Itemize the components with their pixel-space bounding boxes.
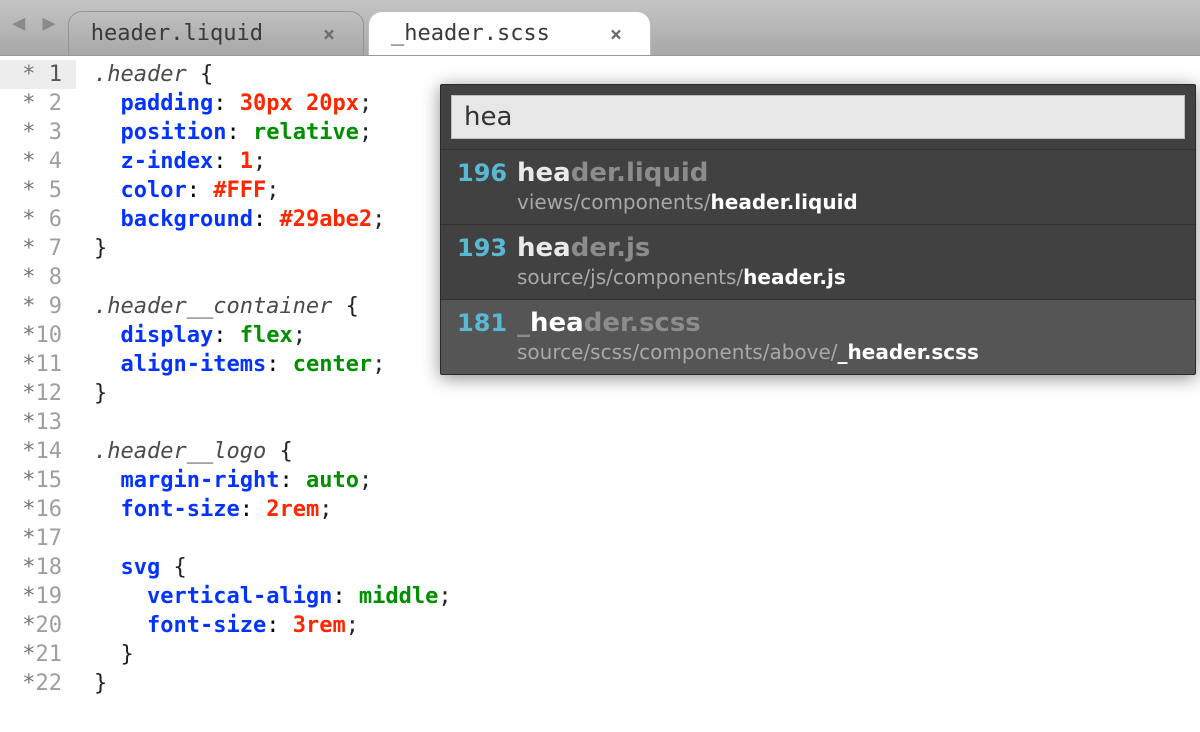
tab-header-liquid[interactable]: header.liquid × — [68, 11, 364, 55]
finder-result-filename: header.js — [517, 233, 650, 263]
code-line[interactable]: vertical-align: middle; — [94, 582, 1200, 611]
nav-arrows: ◀ ▶ — [8, 0, 68, 55]
gutter-line: * 7 — [0, 234, 76, 263]
code-line[interactable]: font-size: 2rem; — [94, 495, 1200, 524]
gutter-line: * 3 — [0, 118, 76, 147]
gutter: * 1* 2* 3* 4* 5* 6* 7* 8* 9*10*11*12*13*… — [0, 56, 76, 732]
code-line[interactable]: svg { — [94, 553, 1200, 582]
gutter-line: * 9 — [0, 292, 76, 321]
nav-forward-icon[interactable]: ▶ — [43, 11, 58, 36]
finder-results: 196header.liquidviews/components/header.… — [441, 149, 1195, 374]
code-line[interactable]: margin-right: auto; — [94, 466, 1200, 495]
code-line[interactable]: font-size: 3rem; — [94, 611, 1200, 640]
gutter-line: *18 — [0, 553, 76, 582]
fuzzy-finder: hea 196header.liquidviews/components/hea… — [440, 84, 1196, 375]
finder-search-input[interactable]: hea — [451, 95, 1185, 139]
finder-result-row[interactable]: 196header.liquidviews/components/header.… — [441, 149, 1195, 224]
tab-label: _header.scss — [391, 21, 610, 46]
finder-result-row[interactable]: 193header.jssource/js/components/header.… — [441, 224, 1195, 299]
finder-result-score: 193 — [457, 234, 517, 262]
gutter-line: *16 — [0, 495, 76, 524]
finder-result-row[interactable]: 181_header.scsssource/scss/components/ab… — [441, 299, 1195, 374]
gutter-line: *22 — [0, 669, 76, 698]
finder-result-path: views/components/header.liquid — [457, 188, 1179, 214]
code-line[interactable]: .header__logo { — [94, 437, 1200, 466]
gutter-line: *14 — [0, 437, 76, 466]
finder-result-score: 181 — [457, 309, 517, 337]
gutter-line: *17 — [0, 524, 76, 553]
tab-label: header.liquid — [91, 21, 323, 46]
code-line[interactable]: } — [94, 379, 1200, 408]
gutter-line: *11 — [0, 350, 76, 379]
code-line[interactable]: } — [94, 640, 1200, 669]
gutter-line: *13 — [0, 408, 76, 437]
tab-bar: ◀ ▶ header.liquid × _header.scss × — [0, 0, 1200, 56]
gutter-line: * 5 — [0, 176, 76, 205]
code-line[interactable] — [94, 524, 1200, 553]
finder-result-score: 196 — [457, 159, 517, 187]
gutter-line: *19 — [0, 582, 76, 611]
gutter-line: *15 — [0, 466, 76, 495]
gutter-line: * 8 — [0, 263, 76, 292]
finder-result-path: source/scss/components/above/_header.scs… — [457, 338, 1179, 364]
finder-result-filename: header.liquid — [517, 158, 708, 188]
close-icon[interactable]: × — [323, 22, 335, 46]
close-icon[interactable]: × — [610, 22, 622, 46]
gutter-line: *10 — [0, 321, 76, 350]
gutter-line: *12 — [0, 379, 76, 408]
gutter-line: * 2 — [0, 89, 76, 118]
finder-query: hea — [464, 102, 512, 132]
nav-back-icon[interactable]: ◀ — [12, 11, 27, 36]
code-line[interactable] — [94, 408, 1200, 437]
gutter-line: *20 — [0, 611, 76, 640]
gutter-line: *21 — [0, 640, 76, 669]
gutter-line: * 4 — [0, 147, 76, 176]
gutter-line: * 1 — [0, 60, 76, 89]
finder-result-path: source/js/components/header.js — [457, 263, 1179, 289]
code-line[interactable]: } — [94, 669, 1200, 698]
finder-result-filename: _header.scss — [517, 308, 701, 338]
gutter-line: * 6 — [0, 205, 76, 234]
tab-header-scss[interactable]: _header.scss × — [368, 11, 651, 55]
